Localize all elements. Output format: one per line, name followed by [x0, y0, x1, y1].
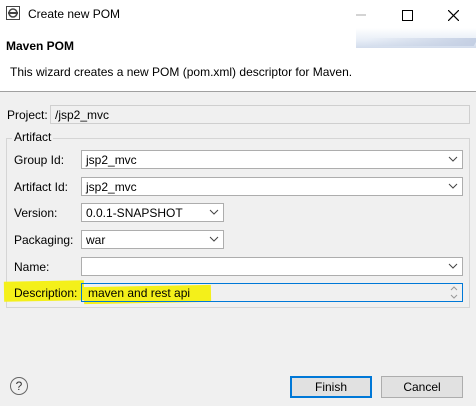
- project-value: /jsp2_mvc: [55, 108, 110, 122]
- chevron-down-icon[interactable]: [209, 233, 219, 245]
- artifact-group-label: Artifact: [12, 130, 54, 144]
- minimize-icon: [356, 14, 366, 16]
- wizard-header: Maven POM This wizard creates a new POM …: [0, 28, 476, 91]
- description-label: Description:: [14, 286, 78, 300]
- scroll-arrows-icon[interactable]: [449, 285, 459, 300]
- chevron-down-icon[interactable]: [448, 153, 458, 165]
- project-label: Project:: [7, 108, 48, 122]
- title-bar: Create new POM: [0, 0, 476, 28]
- maximize-button[interactable]: [384, 0, 430, 28]
- window-title: Create new POM: [28, 7, 121, 21]
- minimize-button[interactable]: [338, 0, 384, 28]
- name-combo[interactable]: [81, 257, 463, 276]
- help-icon[interactable]: ?: [10, 377, 28, 395]
- name-label: Name:: [14, 260, 50, 274]
- chevron-down-icon[interactable]: [209, 206, 219, 218]
- header-separator: [0, 91, 476, 92]
- page-description: This wizard creates a new POM (pom.xml) …: [10, 65, 353, 79]
- close-icon: [447, 9, 459, 22]
- description-value: maven and rest api: [88, 286, 191, 300]
- artifact-id-value: jsp2_mvc: [86, 180, 137, 194]
- description-textarea[interactable]: maven and rest api: [81, 283, 463, 302]
- group-id-value: jsp2_mvc: [86, 153, 137, 167]
- artifact-id-label: Artifact Id:: [14, 180, 69, 194]
- maximize-icon: [401, 9, 413, 21]
- chevron-down-icon[interactable]: [448, 180, 458, 192]
- project-field: /jsp2_mvc: [50, 105, 470, 124]
- version-value: 0.0.1-SNAPSHOT: [86, 206, 183, 220]
- eclipse-app-icon: [6, 6, 20, 20]
- artifact-id-combo[interactable]: jsp2_mvc: [81, 177, 463, 196]
- group-id-label: Group Id:: [14, 153, 65, 167]
- finish-button[interactable]: Finish: [290, 376, 372, 398]
- chevron-down-icon[interactable]: [448, 260, 458, 272]
- close-button[interactable]: [430, 0, 476, 28]
- cancel-button[interactable]: Cancel: [381, 376, 463, 398]
- page-title: Maven POM: [6, 39, 75, 53]
- header-banner-stripe: [363, 38, 476, 46]
- packaging-value: war: [86, 233, 106, 247]
- packaging-label: Packaging:: [14, 233, 74, 247]
- group-id-combo[interactable]: jsp2_mvc: [81, 150, 463, 169]
- version-label: Version:: [14, 206, 58, 220]
- version-combo[interactable]: 0.0.1-SNAPSHOT: [81, 203, 224, 222]
- packaging-combo[interactable]: war: [81, 230, 224, 249]
